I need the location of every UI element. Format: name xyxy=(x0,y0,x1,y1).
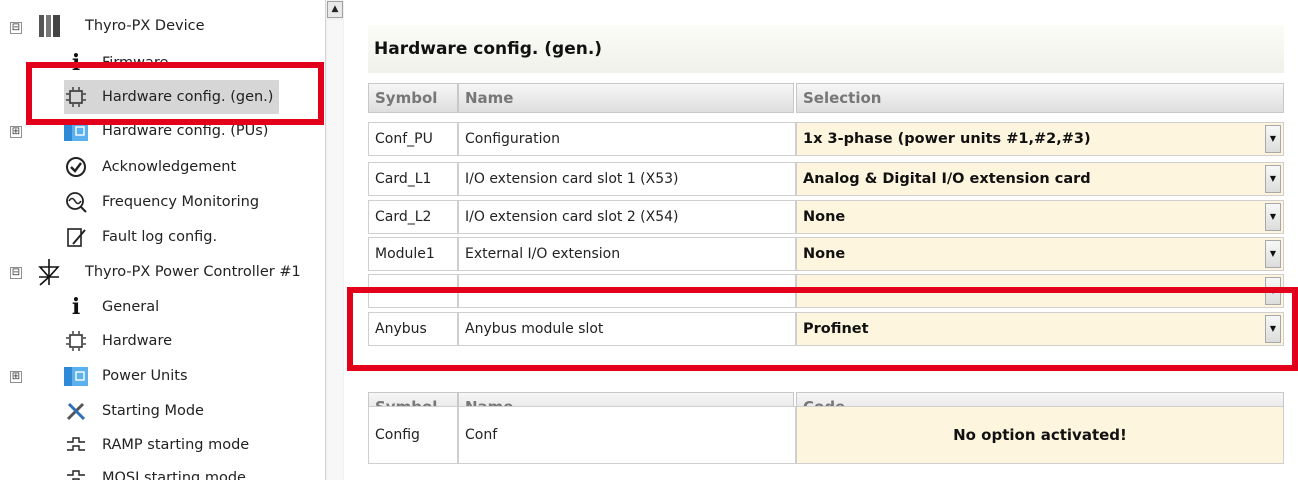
selection-dropdown-obscured[interactable]: ▼ xyxy=(796,274,1284,308)
scroll-up-icon[interactable]: ▲ xyxy=(327,1,343,18)
column-header-symbol: Symbol xyxy=(368,83,458,113)
column-header-selection: Selection xyxy=(796,83,1284,113)
table-cell-name: External I/O extension xyxy=(458,237,796,271)
tree-item-label: Thyro-PX Device xyxy=(85,18,205,34)
expand-icon[interactable]: ⊞ xyxy=(10,126,22,138)
tree-item-label: Frequency Monitoring xyxy=(102,194,260,210)
column-header-name: Name xyxy=(458,83,794,113)
tree-item-label: Starting Mode xyxy=(102,403,204,419)
dropdown-arrow-icon[interactable]: ▼ xyxy=(1265,125,1281,153)
table-cell-name: I/O extension card slot 1 (X53) xyxy=(458,162,796,196)
fault-log-icon xyxy=(64,225,88,249)
selection-dropdown-card-l1[interactable]: Analog & Digital I/O extension card ▼ xyxy=(796,162,1284,196)
tree-item-hardware-config-pus[interactable]: ⊞ Hardware config. (PUs) xyxy=(0,114,325,148)
table-cell-name: I/O extension card slot 2 (X54) xyxy=(458,200,796,234)
collapse-icon[interactable]: ⊟ xyxy=(10,22,22,34)
tree-item-label: Hardware config. (PUs) xyxy=(102,123,269,139)
tree-item-label: Power Units xyxy=(102,368,188,384)
tree-item-label: Fault log config. xyxy=(102,229,218,245)
tree-item-label: Hardware xyxy=(102,333,173,349)
selection-value: Analog & Digital I/O extension card xyxy=(803,171,1091,187)
tree-item-starting-mode[interactable]: Starting Mode xyxy=(64,394,204,428)
dropdown-arrow-icon[interactable]: ▼ xyxy=(1265,240,1281,268)
frequency-icon xyxy=(64,190,88,214)
scroll-thumb[interactable] xyxy=(327,20,343,480)
ramp-icon xyxy=(64,466,88,480)
selection-dropdown-card-l2[interactable]: None ▼ xyxy=(796,200,1284,234)
table-cell-name: Anybus module slot xyxy=(458,312,796,346)
check-circle-icon xyxy=(64,155,88,179)
table-cell-symbol: Card_L1 xyxy=(368,162,458,196)
chip-icon xyxy=(64,329,88,353)
tree-item-ramp-starting-mode[interactable]: RAMP starting mode xyxy=(64,428,249,462)
tree-item-label: Thyro-PX Power Controller #1 xyxy=(85,264,301,280)
table-cell-name: Conf xyxy=(458,406,796,464)
table-cell-symbol: Config xyxy=(368,406,458,464)
selection-value: None xyxy=(803,209,846,225)
power-units-icon xyxy=(64,119,88,143)
code-status: No option activated! xyxy=(796,406,1284,464)
tree-item-label: MOSI starting mode xyxy=(102,470,246,480)
selection-value: Profinet xyxy=(803,321,869,337)
info-icon: i xyxy=(71,294,81,320)
selection-dropdown-anybus[interactable]: Profinet ▼ xyxy=(796,312,1284,346)
table-cell-symbol: Anybus xyxy=(368,312,458,346)
table-cell-symbol xyxy=(368,274,458,308)
tree-item-hardware-config-gen[interactable]: Hardware config. (gen.) xyxy=(64,80,280,114)
selection-value: 1x 3-phase (power units #1,#2,#3) xyxy=(803,131,1091,147)
table-cell-name: Configuration xyxy=(458,122,796,156)
tree-item-label: RAMP starting mode xyxy=(102,437,250,453)
power-units-icon xyxy=(64,364,88,388)
navigation-tree: ⊟ Thyro-PX Device i Firmware Hardware co… xyxy=(0,0,344,480)
dropdown-arrow-icon[interactable]: ▼ xyxy=(1265,203,1281,231)
thyristor-icon xyxy=(34,258,64,290)
selection-dropdown-module1[interactable]: None ▼ xyxy=(796,237,1284,271)
tree-item-fault-log-config[interactable]: Fault log config. xyxy=(64,220,217,254)
tree-item-label: Firmware xyxy=(102,55,169,71)
tree-item-mosi-starting-mode[interactable]: MOSI starting mode xyxy=(64,461,246,480)
info-icon: i xyxy=(71,50,81,76)
expand-icon[interactable]: ⊞ xyxy=(10,371,22,383)
page-title: Hardware config. (gen.) xyxy=(374,39,603,59)
tree-item-firmware[interactable]: i Firmware xyxy=(64,46,169,80)
chip-icon xyxy=(64,85,88,109)
tools-icon xyxy=(64,399,88,423)
page-title-bar: Hardware config. (gen.) xyxy=(368,25,1284,73)
table-cell-symbol: Conf_PU xyxy=(368,122,458,156)
selection-dropdown-conf-pu[interactable]: 1x 3-phase (power units #1,#2,#3) ▼ xyxy=(796,122,1284,156)
table-cell-symbol: Module1 xyxy=(368,237,458,271)
tree-item-label: General xyxy=(102,299,160,315)
selection-value: None xyxy=(803,246,846,262)
dropdown-arrow-icon[interactable]: ▼ xyxy=(1265,277,1281,305)
table-cell-name xyxy=(458,274,796,308)
device-rack-icon xyxy=(38,13,62,43)
collapse-icon[interactable]: ⊟ xyxy=(10,267,22,279)
dropdown-arrow-icon[interactable]: ▼ xyxy=(1265,165,1281,193)
tree-item-hardware[interactable]: Hardware xyxy=(64,324,172,358)
tree-item-power-units[interactable]: ⊞ Power Units xyxy=(0,359,325,393)
tree-item-acknowledgement[interactable]: Acknowledgement xyxy=(64,150,236,184)
tree-item-label: Acknowledgement xyxy=(102,159,237,175)
tree-item-label: Hardware config. (gen.) xyxy=(102,89,274,105)
tree-scrollbar[interactable]: ▲ xyxy=(325,0,344,480)
tree-item-frequency-monitoring[interactable]: Frequency Monitoring xyxy=(64,185,259,219)
tree-item-general[interactable]: i General xyxy=(64,290,159,324)
table-cell-symbol: Card_L2 xyxy=(368,200,458,234)
tree-item-power-controller-1[interactable]: ⊟ Thyro-PX Power Controller #1 xyxy=(0,255,325,289)
dropdown-arrow-icon[interactable]: ▼ xyxy=(1265,315,1281,343)
ramp-icon xyxy=(64,433,88,457)
